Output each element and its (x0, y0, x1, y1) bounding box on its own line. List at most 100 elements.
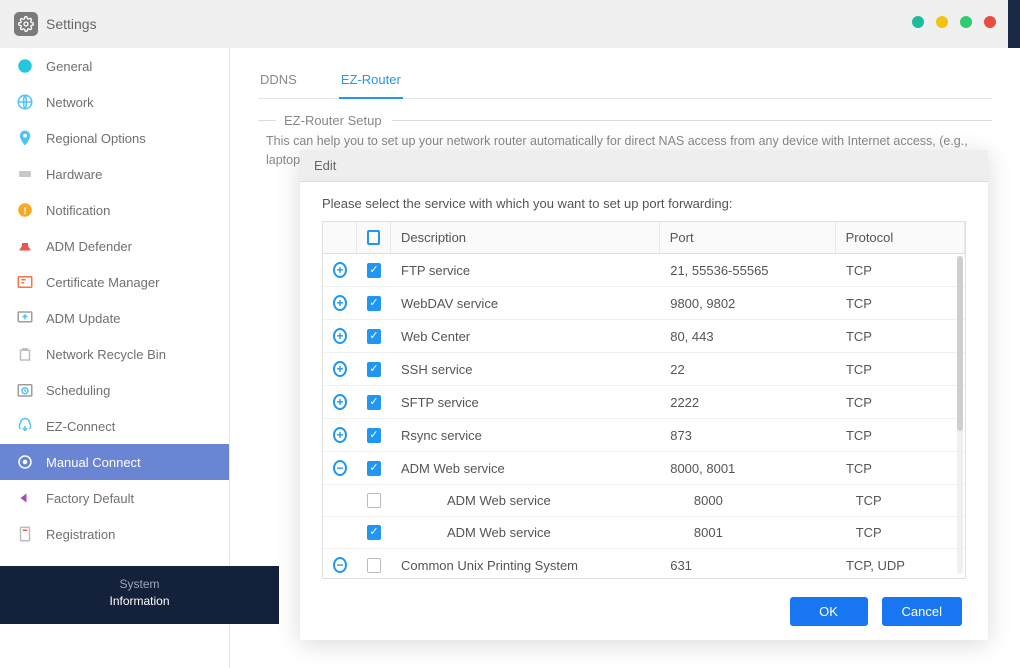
row-checkbox[interactable] (367, 461, 381, 476)
sidebar-item-label: Hardware (46, 167, 102, 182)
table-row[interactable]: ADM Web service8000TCP (323, 485, 965, 517)
table-row[interactable]: + SFTP service2222TCP (323, 386, 965, 419)
sidebar-item-label: Network Recycle Bin (46, 347, 166, 362)
sidebar-item-certificate[interactable]: Certificate Manager (0, 264, 229, 300)
sidebar-item-recycle[interactable]: Network Recycle Bin (0, 336, 229, 372)
row-description: FTP service (391, 255, 660, 286)
factory-default-icon (16, 489, 34, 507)
sidebar-item-regional[interactable]: Regional Options (0, 120, 229, 156)
row-port: 8000, 8001 (660, 453, 836, 484)
collapse-icon[interactable]: − (333, 460, 347, 476)
expand-icon[interactable]: + (333, 361, 347, 377)
sidebar-item-update[interactable]: ADM Update (0, 300, 229, 336)
window-controls (912, 16, 996, 28)
recycle-icon (16, 345, 34, 363)
row-description: SFTP service (391, 387, 660, 418)
table-header: Description Port Protocol (323, 222, 965, 254)
row-checkbox[interactable] (367, 296, 381, 311)
sidebar-item-hardware[interactable]: Hardware (0, 156, 229, 192)
edit-dialog: Edit Please select the service with whic… (300, 150, 988, 640)
sidebar-item-defender[interactable]: ADM Defender (0, 228, 229, 264)
window-title: Settings (46, 16, 97, 32)
sidebar-item-label: Certificate Manager (46, 275, 159, 290)
settings-app-icon (14, 12, 38, 36)
scrollbar-thumb[interactable] (957, 256, 963, 431)
table-row[interactable]: ADM Web service8001TCP (323, 517, 965, 549)
section-title: EZ-Router Setup (284, 113, 392, 128)
row-checkbox[interactable] (367, 493, 381, 508)
dialog-message: Please select the service with which you… (322, 196, 966, 211)
ok-button[interactable]: OK (790, 597, 868, 626)
row-protocol: TCP (836, 420, 965, 451)
expand-icon[interactable]: + (333, 262, 347, 278)
row-port: 22 (660, 354, 836, 385)
sidebar-item-notification[interactable]: !Notification (0, 192, 229, 228)
table-row[interactable]: −ADM Web service8000, 8001TCP (323, 452, 965, 485)
col-port[interactable]: Port (660, 222, 836, 253)
section-header: EZ-Router Setup (258, 113, 992, 128)
row-description: Rsync service (391, 420, 660, 451)
col-protocol[interactable]: Protocol (836, 222, 965, 253)
scheduling-icon (16, 381, 34, 399)
sidebar-item-label: Network (46, 95, 94, 110)
collapse-icon[interactable]: − (333, 557, 347, 573)
dock-stripe (1008, 0, 1020, 48)
row-port: 2222 (660, 387, 836, 418)
sidebar-item-scheduling[interactable]: Scheduling (0, 372, 229, 408)
settings-window: Settings General Network Regional Option… (0, 0, 1020, 668)
hardware-icon (16, 165, 34, 183)
registration-icon (16, 525, 34, 543)
row-description: Web Center (391, 321, 660, 352)
table-row[interactable]: −Common Unix Printing System631TCP, UDP (323, 549, 965, 579)
expand-icon[interactable]: + (333, 295, 347, 311)
table-row[interactable]: +FTP service21, 55536-55565TCP (323, 254, 965, 287)
sidebar-item-factory-default[interactable]: Factory Default (0, 480, 229, 516)
expand-icon[interactable]: + (333, 394, 347, 410)
row-port: 631 (660, 550, 836, 580)
cancel-button[interactable]: Cancel (882, 597, 962, 626)
tab-ddns[interactable]: DDNS (258, 66, 299, 98)
help-button[interactable] (936, 16, 948, 28)
row-description: ADM Web service (391, 453, 660, 484)
sidebar-item-network[interactable]: Network (0, 84, 229, 120)
sidebar-item-general[interactable]: General (0, 48, 229, 84)
titlebar: Settings (0, 0, 1020, 48)
table-row[interactable]: +WebDAV service9800, 9802TCP (323, 287, 965, 320)
sidebar-item-label: Scheduling (46, 383, 110, 398)
sidebar-item-ezconnect[interactable]: EZ-Connect (0, 408, 229, 444)
row-checkbox[interactable] (367, 395, 381, 410)
row-port: 80, 443 (660, 321, 836, 352)
table-row[interactable]: +Rsync service873TCP (323, 419, 965, 452)
expand-icon[interactable]: + (333, 328, 347, 344)
notification-icon: ! (16, 201, 34, 219)
sidebar-item-label: Regional Options (46, 131, 146, 146)
row-checkbox[interactable] (367, 263, 381, 278)
row-checkbox[interactable] (367, 558, 381, 573)
row-protocol: TCP (836, 321, 965, 352)
maximize-button[interactable] (960, 16, 972, 28)
row-description: SSH service (391, 354, 660, 385)
table-row[interactable]: + Web Center80, 443TCP (323, 320, 965, 353)
row-protocol: TCP (836, 387, 965, 418)
row-checkbox[interactable] (367, 525, 381, 540)
row-protocol: TCP (836, 255, 965, 286)
tab-ezrouter[interactable]: EZ-Router (339, 66, 403, 99)
row-port: 8001 (684, 517, 846, 548)
row-checkbox[interactable] (367, 362, 381, 377)
row-checkbox[interactable] (367, 329, 381, 344)
sidebar-item-registration[interactable]: Registration (0, 516, 229, 552)
scrollbar[interactable] (957, 256, 963, 574)
close-button[interactable] (984, 16, 996, 28)
update-icon (16, 309, 34, 327)
select-all-checkbox[interactable] (367, 230, 380, 245)
regional-icon (16, 129, 34, 147)
col-description[interactable]: Description (391, 222, 660, 253)
expand-icon[interactable]: + (333, 427, 347, 443)
row-protocol: TCP (836, 288, 965, 319)
sidebar-item-manual-connect[interactable]: Manual Connect (0, 444, 229, 480)
minimize-button[interactable] (912, 16, 924, 28)
row-description: Common Unix Printing System (391, 550, 660, 580)
row-description: WebDAV service (391, 288, 660, 319)
table-row[interactable]: +SSH service22TCP (323, 353, 965, 386)
row-checkbox[interactable] (367, 428, 381, 443)
